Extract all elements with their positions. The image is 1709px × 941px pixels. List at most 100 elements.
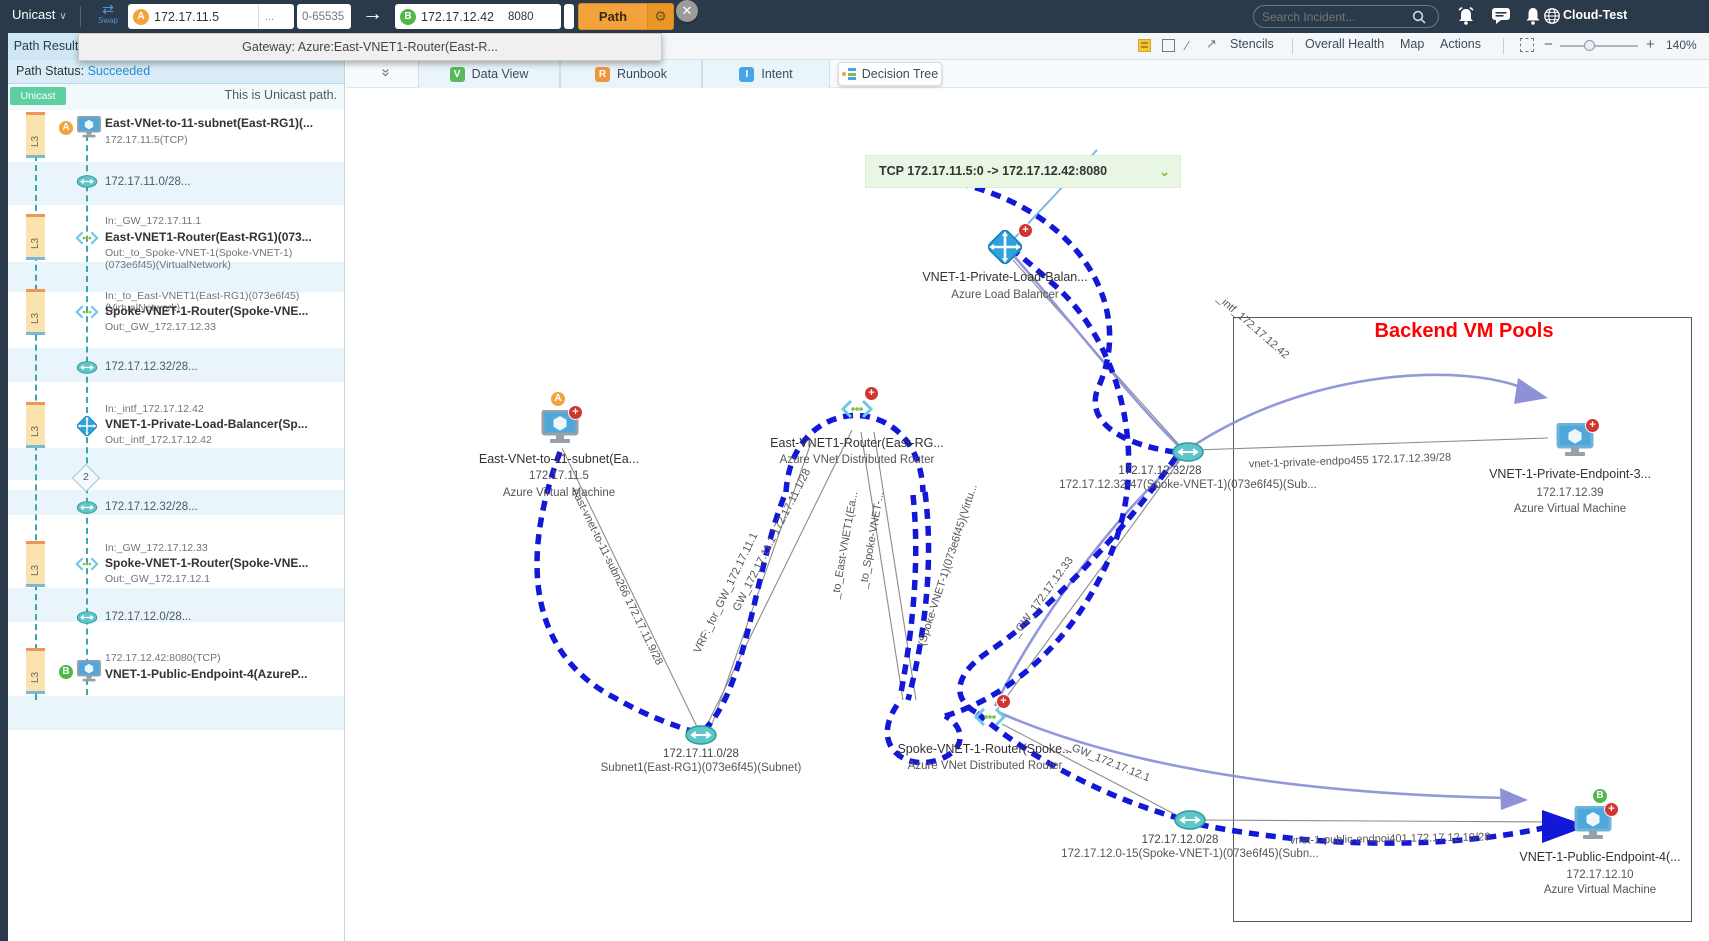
source-port-input[interactable] [302, 11, 346, 23]
vm-icon[interactable] [76, 660, 102, 682]
load-balancer-icon[interactable] [74, 413, 100, 439]
decision-tree-button[interactable]: Decision Tree [838, 62, 942, 86]
router-icon[interactable] [74, 230, 100, 246]
status-plus-icon[interactable]: + [1018, 223, 1033, 238]
data-view-icon: V [450, 67, 465, 82]
zoom-out-button[interactable]: − [1544, 36, 1553, 53]
vm-icon[interactable] [76, 116, 102, 138]
subnet-icon[interactable] [76, 610, 98, 625]
status-plus-icon[interactable]: + [568, 405, 583, 420]
subnet-icon[interactable] [76, 500, 98, 515]
shape-square-icon[interactable] [1162, 39, 1175, 52]
hop-name[interactable]: VNET-1-Public-Endpoint-4(AzureP... [105, 667, 307, 681]
node-east-router-name[interactable]: East-VNET1-Router(East-RG... [770, 436, 944, 450]
swap-icon: ⇄ [92, 2, 124, 16]
dest-port-input[interactable] [508, 11, 552, 23]
hop-subnet-label[interactable]: 172.17.12.32/28... [105, 501, 198, 513]
node-subnet0-icon[interactable] [1173, 809, 1207, 831]
node-subnet1-desc: Subnet1(East-RG1)(073e6f45)(Subnet) [601, 762, 802, 774]
collapse-chevron-icon[interactable]: » [378, 68, 395, 76]
note-icon[interactable] [1138, 39, 1151, 52]
zoom-slider-track[interactable] [1560, 45, 1638, 47]
close-icon[interactable]: ✕ [676, 0, 698, 22]
tab-runbook[interactable]: R Runbook [560, 60, 702, 88]
hop-name[interactable]: East-VNET1-Router(East-RG1)(073... [105, 230, 312, 244]
path-result-tab[interactable]: Path Result [8, 33, 84, 60]
stencils-menu[interactable]: Stencils [1230, 37, 1274, 51]
incident-search-input[interactable] [1262, 10, 1412, 24]
hop-name[interactable]: VNET-1-Private-Load-Balancer(Sp... [105, 417, 308, 431]
node-private-ep-name[interactable]: VNET-1-Private-Endpoint-3... [1489, 467, 1651, 481]
hop-name[interactable]: Spoke-VNET-1-Router(Spoke-VNE... [105, 556, 308, 570]
subnet-icon[interactable] [76, 360, 98, 375]
hop-subnet-label[interactable]: 172.17.11.0/28... [105, 176, 190, 188]
hop-name[interactable]: Spoke-VNET-1-Router(Spoke-VNE... [105, 304, 308, 318]
map-menu[interactable]: Map [1400, 37, 1424, 51]
endpoint-b-badge: B [58, 664, 74, 680]
hop-subnet-label[interactable]: 172.17.12.0/28... [105, 611, 191, 623]
node-subnet32-icon[interactable] [1171, 441, 1205, 463]
source-badge: A [133, 9, 149, 25]
endpoint-a-badge: A [58, 120, 74, 136]
path-settings-gear-icon[interactable]: ⚙ [648, 3, 674, 30]
actions-menu[interactable]: Actions [1440, 37, 1481, 51]
node-subnet1-cidr[interactable]: 172.17.11.0/28 [663, 748, 739, 760]
node-east-router-icon[interactable] [839, 398, 875, 420]
dest-badge: B [400, 9, 416, 25]
status-plus-icon[interactable]: + [1604, 802, 1619, 817]
zoom-slider-knob[interactable] [1584, 40, 1595, 51]
layer-tag: L3 [26, 402, 45, 448]
decision-tree-icon [842, 68, 856, 80]
router-icon[interactable] [74, 304, 100, 320]
node-subnet32-cidr[interactable]: 172.17.12.32/28 [1118, 465, 1201, 477]
source-ip-input[interactable] [154, 10, 258, 24]
node-lb-name[interactable]: VNET-1-Private-Load-Balan... [922, 270, 1087, 284]
status-plus-icon[interactable]: + [864, 386, 879, 401]
node-spoke-router-name[interactable]: Spoke-VNET-1-Router(Spoke... [897, 742, 1072, 756]
node-subnet0-cidr[interactable]: 172.17.12.0/28 [1142, 834, 1219, 846]
node-public-ep-ip: 172.17.12.10 [1566, 869, 1633, 881]
status-plus-icon[interactable]: + [1585, 418, 1600, 433]
swap-label: Swap [92, 16, 124, 25]
swap-button[interactable]: ⇄ Swap [92, 2, 124, 25]
polyline-tool-icon[interactable]: ↗ [1206, 36, 1217, 52]
hop-in: In:_GW_172.17.12.33 [105, 542, 208, 554]
router-icon[interactable] [74, 556, 100, 572]
path-button[interactable]: Path [578, 3, 648, 30]
tab-data-view[interactable]: V Data View [418, 60, 560, 88]
node-spoke-router-icon[interactable] [972, 706, 1008, 728]
node-subnet1-icon[interactable] [684, 724, 718, 746]
branch-count: 2 [83, 471, 89, 483]
chat-icon[interactable] [1490, 6, 1512, 26]
account-name[interactable]: Cloud-Test [1563, 8, 1627, 22]
search-icon[interactable] [1412, 10, 1426, 24]
gateway-dropdown[interactable]: Gateway: Azure:East-VNET1-Router(East-R.… [78, 33, 662, 61]
bar2-separator-2 [1503, 38, 1504, 54]
hop-name[interactable]: East-VNet-to-11-subnet(East-RG1)(... [105, 116, 313, 130]
node-vm-a-name[interactable]: East-VNet-to-11-subnet(Ea... [479, 452, 639, 466]
line-tool-icon[interactable]: ∕ [1186, 38, 1201, 53]
node-vm-a-ip: 172.17.11.5 [529, 470, 589, 482]
hop-subnet-label[interactable]: 172.17.12.32/28... [105, 361, 198, 373]
backend-vm-pools-title: Backend VM Pools [1375, 320, 1554, 343]
source-more-button[interactable]: ... [258, 4, 280, 29]
cast-mode-dropdown[interactable]: Unicast∨ [12, 7, 67, 22]
globe-icon[interactable] [1543, 6, 1561, 26]
zoom-in-button[interactable]: + [1646, 36, 1655, 53]
path-status-value: Succeeded [88, 64, 151, 78]
flow-banner[interactable]: TCP 172.17.11.5:0 -> 172.17.12.42:8080 ⌄ [865, 155, 1181, 188]
overall-health-menu[interactable]: Overall Health [1305, 37, 1384, 51]
bell-icon[interactable] [1522, 6, 1544, 26]
flow-banner-text: TCP 172.17.11.5:0 -> 172.17.12.42:8080 [879, 164, 1107, 178]
link-label-to-spoke: _to_Spoke-VNET-... [858, 491, 887, 589]
layer-tag: L3 [26, 112, 45, 158]
fit-view-icon[interactable] [1520, 38, 1534, 52]
hop-detail: 172.17.11.5(TCP) [105, 134, 188, 146]
tab-intent[interactable]: I Intent [702, 60, 830, 88]
status-plus-icon[interactable]: + [996, 694, 1011, 709]
subnet-icon[interactable] [76, 174, 98, 189]
alarm-icon[interactable] [1455, 6, 1477, 26]
node-private-ep-ip: 172.17.12.39 [1536, 487, 1603, 499]
hop-out: Out:_intf_172.17.12.42 [105, 434, 212, 446]
node-public-ep-name[interactable]: VNET-1-Public-Endpoint-4(... [1519, 850, 1680, 864]
